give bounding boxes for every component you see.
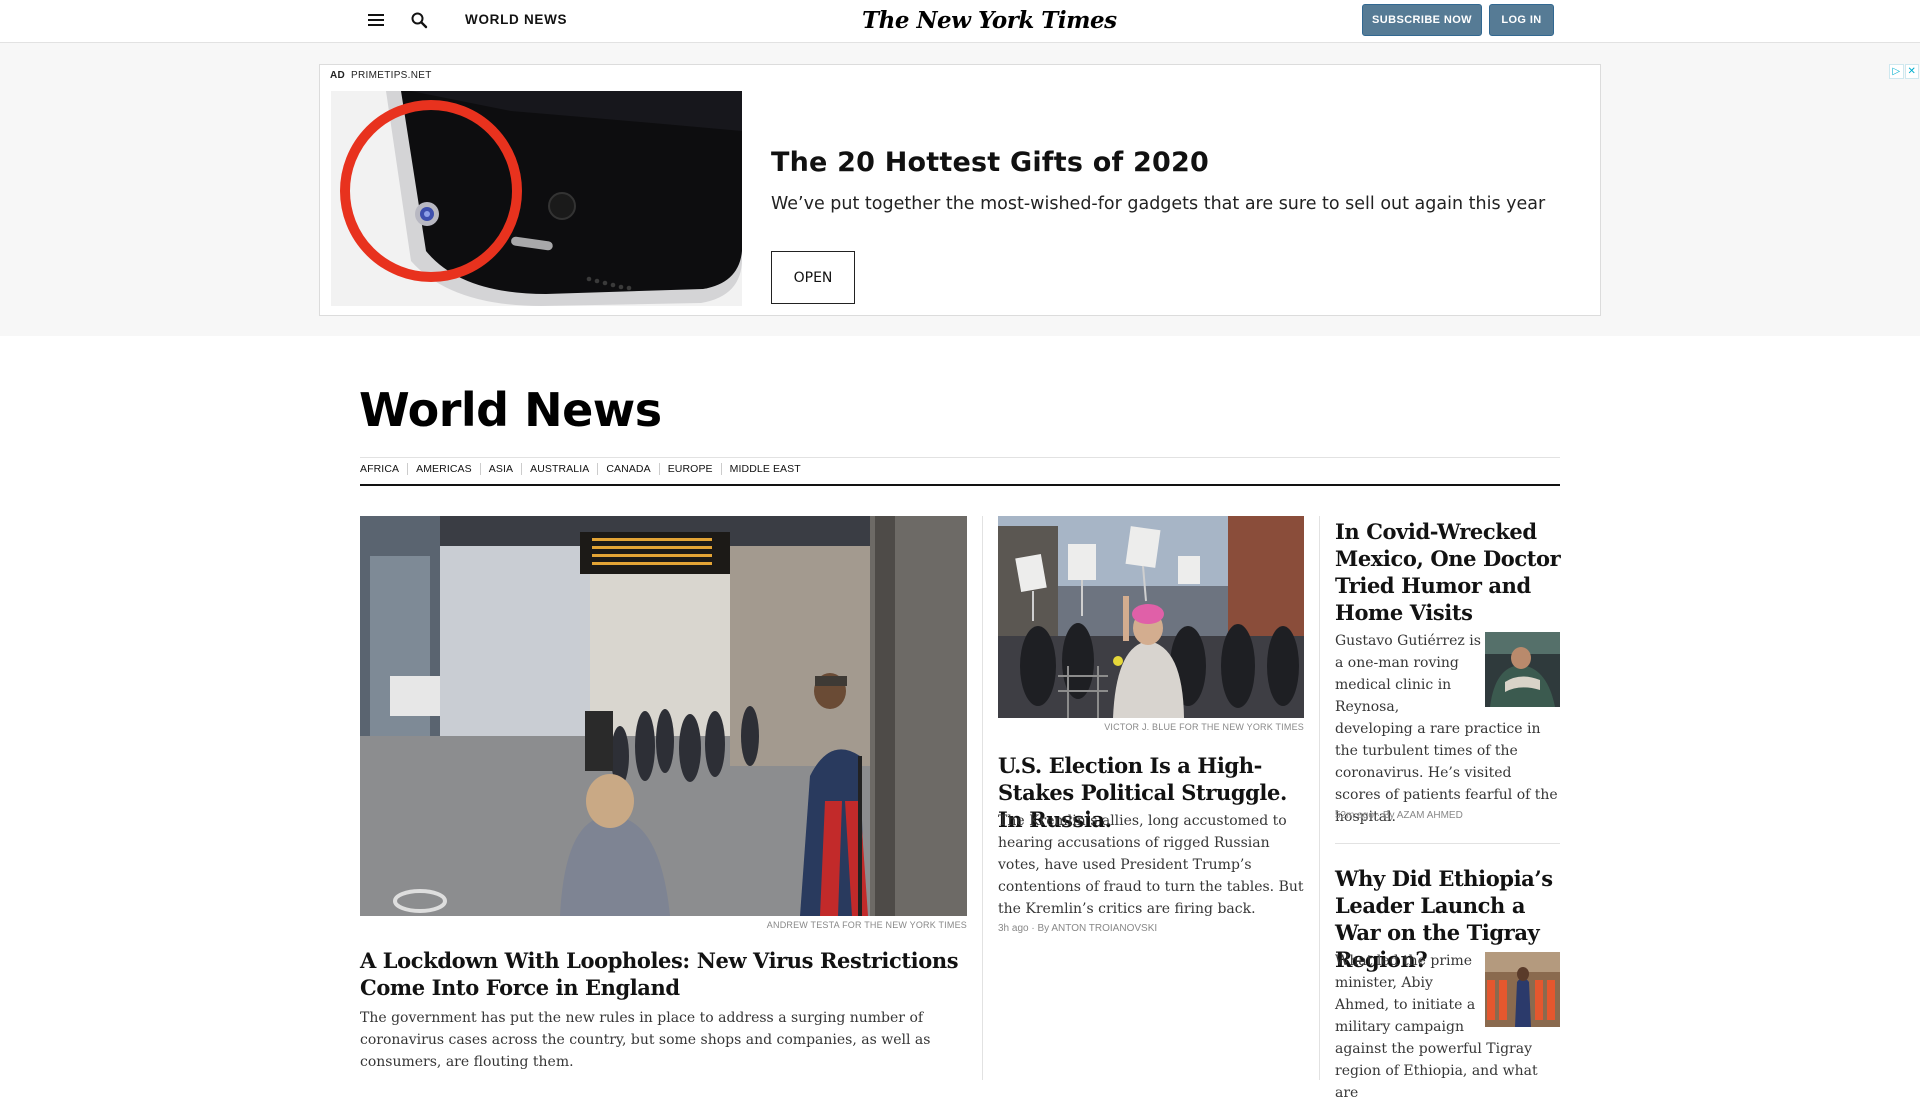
story-thumbnail[interactable]: [1485, 952, 1560, 1027]
subnav-item-australia[interactable]: AUSTRALIA: [530, 463, 589, 475]
story-timestamp: 3h ago: [998, 923, 1029, 934]
subnav-top-rule: [360, 457, 1560, 458]
ad-headline[interactable]: The 20 Hottest Gifts of 2020: [771, 147, 1209, 178]
ad-open-button[interactable]: OPEN: [771, 251, 855, 304]
story-divider: [1335, 843, 1560, 844]
ad-sponsor: PRIMETIPS.NET: [351, 70, 432, 81]
subnav-item-asia[interactable]: ASIA: [489, 463, 513, 475]
login-button[interactable]: LOG IN: [1489, 4, 1554, 36]
subnav-separator: [658, 463, 660, 475]
hamburger-menu-icon[interactable]: [368, 13, 384, 27]
subsection-nav: AFRICA AMERICAS ASIA AUSTRALIA CANADA EU…: [360, 463, 801, 475]
subnav-item-middle-east[interactable]: MIDDLE EAST: [730, 463, 801, 475]
story-headline[interactable]: In Covid-Wrecked Mexico, One Doctor Trie…: [1335, 518, 1561, 626]
subnav-item-canada[interactable]: CANADA: [606, 463, 650, 475]
photo-credit: VICTOR J. BLUE FOR THE NEW YORK TIMES: [1104, 722, 1304, 732]
story-summary: The Kremlin’s allies, long accustomed to…: [998, 813, 1304, 917]
lead-story-headline[interactable]: A Lockdown With Loopholes: New Virus Res…: [360, 947, 967, 1001]
lead-story-photo[interactable]: [360, 516, 967, 916]
story-byline: 52m ago · By AZAM AHMED: [1335, 810, 1463, 821]
ad-badge: AD: [330, 70, 346, 81]
story-summary-wrap: Gustavo Gutiérrez is a one-man roving me…: [1335, 630, 1561, 828]
story-byline: 3h ago · By ANTON TROIANOVSKI: [998, 923, 1158, 934]
subnav-separator: [720, 463, 722, 475]
search-icon[interactable]: [410, 11, 428, 29]
subnav-item-africa[interactable]: AFRICA: [360, 463, 399, 475]
section-name-link[interactable]: WORLD NEWS: [465, 12, 567, 27]
column-divider: [1319, 516, 1320, 1080]
close-icon[interactable]: ✕: [1904, 64, 1919, 79]
subnav-separator: [479, 463, 481, 475]
story-author[interactable]: By AZAM AHMED: [1383, 810, 1463, 821]
nyt-logo[interactable]: The New York Times: [862, 7, 1117, 34]
subnav-separator: [597, 463, 599, 475]
adchoices-info-icon[interactable]: ▷: [1889, 64, 1904, 79]
subscribe-button[interactable]: SUBSCRIBE NOW: [1362, 4, 1482, 36]
subnav-separator: [521, 463, 523, 475]
subnav-item-americas[interactable]: AMERICAS: [416, 463, 472, 475]
column-divider: [982, 516, 983, 1080]
masthead: WORLD NEWS The New York Times SUBSCRIBE …: [0, 0, 1920, 43]
ad-label: AD PRIMETIPS.NET: [330, 70, 432, 81]
subnav-separator: [407, 463, 409, 475]
photo-credit: ANDREW TESTA FOR THE NEW YORK TIMES: [766, 920, 967, 930]
ad-body-text: We’ve put together the most-wished-for g…: [771, 194, 1546, 214]
adchoices-controls[interactable]: ▷ ✕: [1889, 64, 1920, 79]
subnav-item-europe[interactable]: EUROPE: [668, 463, 713, 475]
story-photo[interactable]: [998, 516, 1304, 718]
subnav-bottom-rule: [360, 484, 1560, 486]
lead-story-summary: The government has put the new rules in …: [360, 1010, 931, 1070]
story-timestamp: 52m ago: [1335, 810, 1374, 821]
ad-phone-image[interactable]: [331, 91, 742, 306]
thumbnail-spacer: [1481, 630, 1561, 708]
advertisement[interactable]: AD PRIMETIPS.NET The 20 Hottest Gifts of …: [319, 64, 1601, 316]
story-author[interactable]: By ANTON TROIANOVSKI: [1037, 923, 1157, 934]
page-title: World News: [359, 383, 662, 437]
